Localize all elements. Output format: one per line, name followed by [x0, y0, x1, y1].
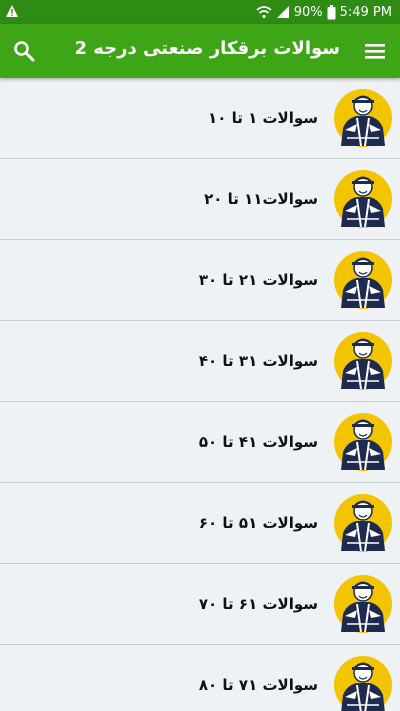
list-item[interactable]: سوالات ۶۱ تا ۷۰: [0, 564, 400, 645]
status-bar: 90% 5:49 PM: [0, 0, 400, 24]
list-item-label: سوالات ۳۱ تا ۴۰: [198, 352, 318, 370]
worker-avatar-icon: [333, 88, 393, 148]
list-item-label: سوالات ۲۱ تا ۳۰: [198, 271, 318, 289]
list-item[interactable]: سوالات ۱ تا ۱۰: [0, 78, 400, 159]
worker-avatar-icon: [333, 250, 393, 310]
list-item-label: سوالات ۱ تا ۱۰: [208, 109, 318, 127]
list-item[interactable]: سوالات ۲۱ تا ۳۰: [0, 240, 400, 321]
clock: 5:49 PM: [339, 4, 392, 20]
app-bar: سوالات برقکار صنعتی درجه 2: [0, 24, 400, 78]
battery-percent: 90%: [293, 4, 323, 20]
page-title: سوالات برقکار صنعتی درجه 2: [74, 38, 340, 59]
signal-icon: [276, 6, 289, 18]
list-item[interactable]: سوالات ۵۱ تا ۶۰: [0, 483, 400, 564]
battery-icon: [327, 4, 336, 19]
worker-avatar-icon: [333, 655, 393, 711]
warning-icon: [6, 5, 18, 17]
list-item-label: سوالات ۶۱ تا ۷۰: [198, 595, 318, 613]
list-item-label: سوالات ۵۱ تا ۶۰: [198, 514, 318, 532]
wifi-icon: [256, 6, 272, 19]
worker-avatar-icon: [333, 412, 393, 472]
status-right: 90% 5:49 PM: [256, 0, 392, 24]
list-item-label: سوالات۱۱ تا ۲۰: [204, 190, 318, 208]
question-list: سوالات ۱ تا ۱۰ سوالات۱۱ تا ۲۰ سوالات ۲۱ …: [0, 78, 400, 711]
list-item-label: سوالات ۷۱ تا ۸۰: [198, 676, 318, 694]
worker-avatar-icon: [333, 169, 393, 229]
search-icon[interactable]: [12, 39, 36, 63]
list-item-label: سوالات ۴۱ تا ۵۰: [198, 433, 318, 451]
worker-avatar-icon: [333, 574, 393, 634]
list-item[interactable]: سوالات ۳۱ تا ۴۰: [0, 321, 400, 402]
list-item[interactable]: سوالات ۷۱ تا ۸۰: [0, 645, 400, 711]
menu-icon[interactable]: [364, 40, 386, 62]
list-item[interactable]: سوالات ۴۱ تا ۵۰: [0, 402, 400, 483]
list-item[interactable]: سوالات۱۱ تا ۲۰: [0, 159, 400, 240]
worker-avatar-icon: [333, 493, 393, 553]
worker-avatar-icon: [333, 331, 393, 391]
